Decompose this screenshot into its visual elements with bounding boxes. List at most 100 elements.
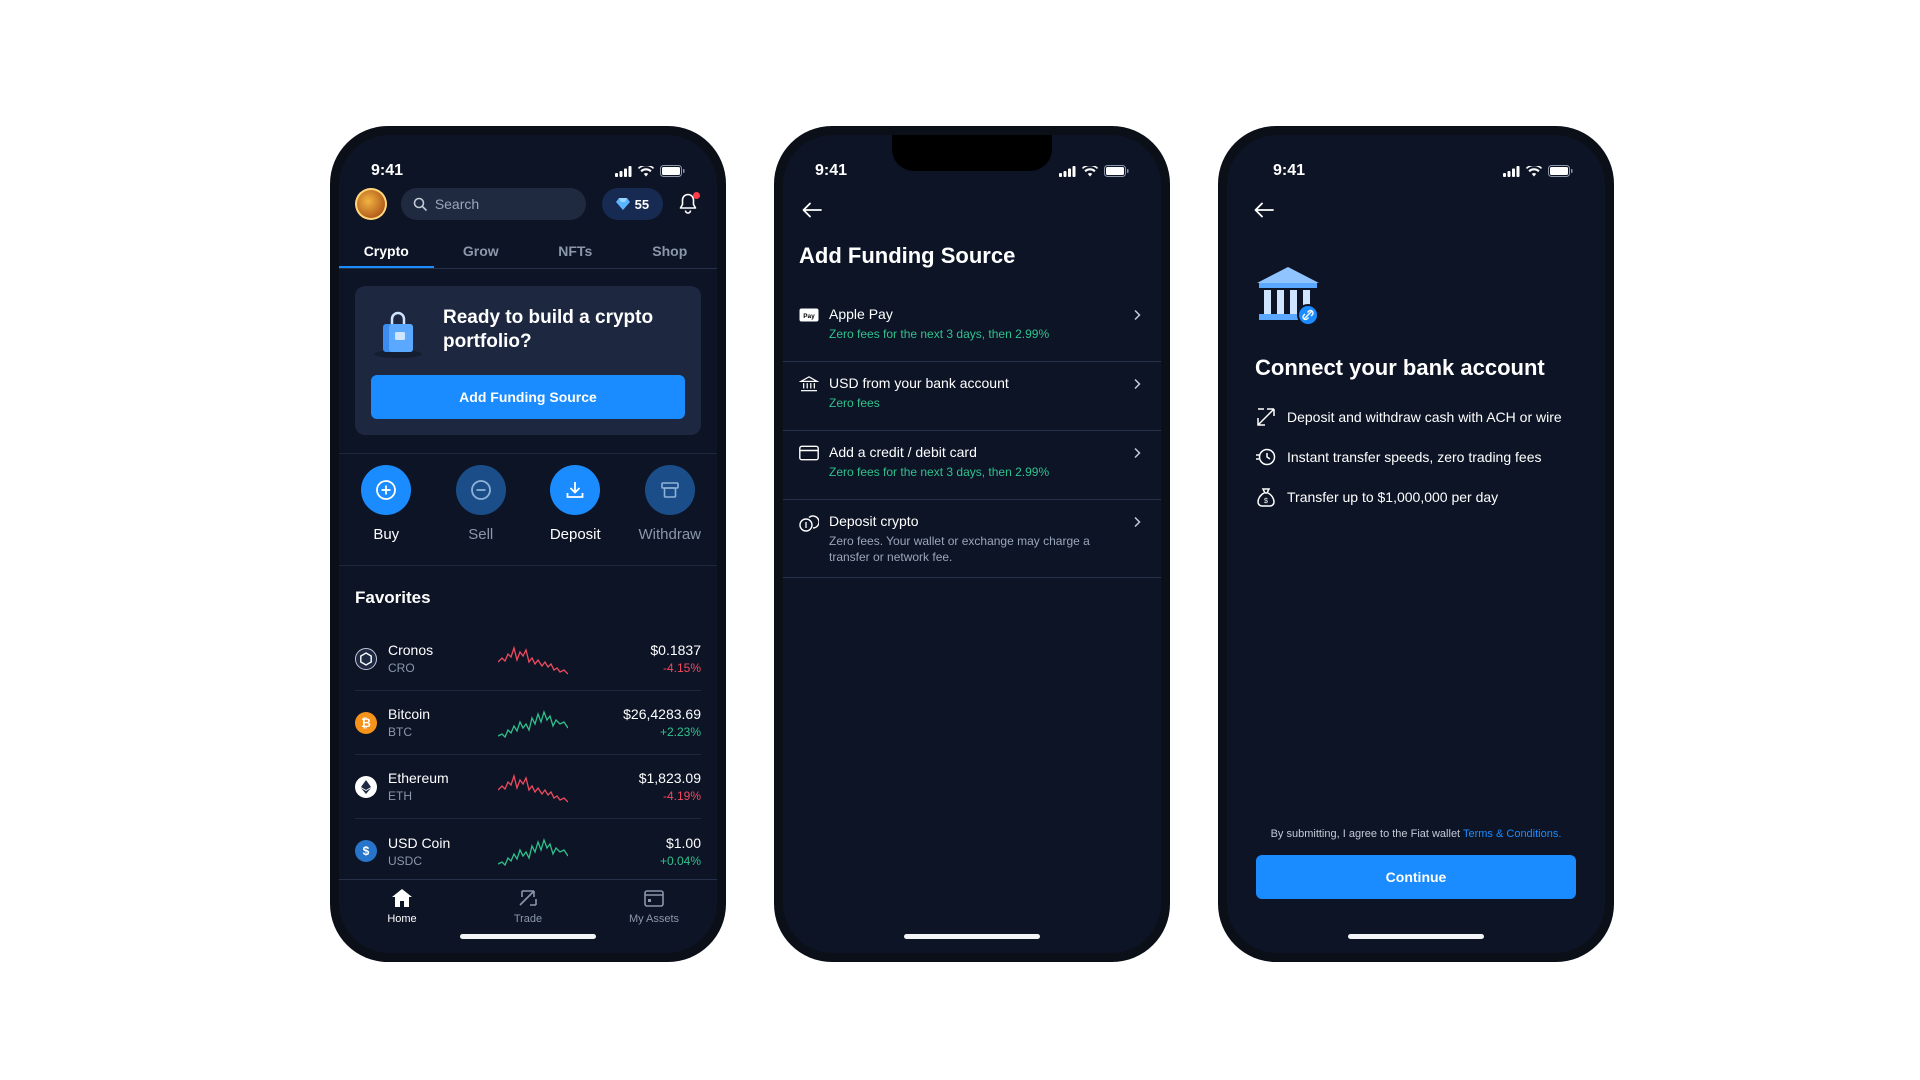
money-bag-icon: $ [1257, 488, 1275, 507]
tab-grow[interactable]: Grow [434, 235, 529, 268]
connect-bank-screen: 9:41 Connect your bank account Deposit a… [1227, 135, 1605, 953]
avatar[interactable] [355, 188, 387, 220]
feature-item: $ Transfer up to $1,000,000 per day [1255, 477, 1589, 517]
deposit-button[interactable] [550, 465, 601, 515]
bottom-nav: Home Trade My Assets [339, 879, 717, 931]
nav-my-assets[interactable]: My Assets [591, 880, 717, 931]
list-item[interactable]: ₿ Bitcoin BTC $26,4283.69 +2.23% [355, 691, 701, 755]
trade-arrows-icon [519, 890, 537, 906]
nav-home-label: Home [387, 913, 417, 925]
coin-symbol: BTC [388, 725, 412, 739]
cellular-signal-icon [615, 165, 632, 177]
favorites-title: Favorites [355, 588, 431, 607]
list-item[interactable]: $ USD Coin USDC $1.00 +0.04% [355, 819, 701, 883]
tab-shop[interactable]: Shop [623, 235, 718, 268]
coin-symbol: CRO [388, 661, 415, 675]
status-bar: 9:41 [1273, 161, 1573, 181]
coin-name: Bitcoin [388, 706, 431, 722]
coin-change: -4.15% [662, 661, 701, 675]
nav-trade[interactable]: Trade [465, 880, 591, 931]
section-divider [339, 453, 717, 454]
funding-option-card[interactable]: Add a credit / debit card Zero fees for … [783, 431, 1161, 500]
download-icon [566, 482, 584, 498]
withdraw-label: Withdraw [638, 526, 701, 543]
status-time: 9:41 [1273, 162, 1306, 179]
cellular-signal-icon [1503, 165, 1520, 177]
home-indicator[interactable] [460, 934, 596, 939]
back-arrow-icon[interactable] [1251, 197, 1277, 223]
sparkline-chart [498, 709, 568, 738]
coin-change: +2.23% [659, 725, 701, 739]
funding-options-list: Pay Apple Pay Zero fees for the next 3 d… [783, 293, 1161, 578]
home-indicator[interactable] [1348, 934, 1484, 939]
sparkline-chart [498, 645, 568, 674]
withdraw-action[interactable]: Withdraw [623, 465, 718, 543]
page-title: Add Funding Source [799, 243, 1016, 268]
fast-clock-icon [1256, 448, 1276, 466]
phone-home: 9:41 Search 55 Crypto Grow NFTs Shop Rea… [330, 126, 726, 962]
chevron-right-icon [1134, 378, 1141, 390]
search-placeholder: Search [434, 196, 480, 212]
nav-home[interactable]: Home [339, 880, 465, 931]
svg-text:$: $ [1264, 498, 1268, 505]
status-bar: 9:41 [815, 161, 1129, 181]
feature-text: Transfer up to $1,000,000 per day [1287, 489, 1499, 505]
add-funding-screen: 9:41 Add Funding Source Pay Apple Pay Ze… [783, 135, 1161, 953]
back-arrow-icon[interactable] [799, 197, 825, 223]
list-item[interactable]: Ethereum ETH $1,823.09 -4.19% [355, 755, 701, 819]
cellular-signal-icon [1059, 165, 1076, 177]
ethereum-icon [355, 775, 377, 798]
withdraw-icon [660, 482, 679, 498]
shopping-bag-icon [374, 311, 422, 358]
phone-connect-bank: 9:41 Connect your bank account Deposit a… [1218, 126, 1614, 962]
funding-option-label: Add a credit / debit card [829, 444, 977, 460]
deposit-action[interactable]: Deposit [528, 465, 623, 543]
sell-button[interactable] [455, 465, 506, 515]
sell-label: Sell [468, 526, 494, 543]
sparkline-chart [498, 837, 568, 867]
home-header: Search 55 [355, 187, 701, 221]
funding-option-bank[interactable]: USD from your bank account Zero fees [783, 362, 1161, 431]
battery-icon [660, 165, 685, 177]
tab-crypto[interactable]: Crypto [339, 235, 434, 268]
funding-option-label: Deposit crypto [829, 513, 919, 529]
coin-name: Cronos [388, 642, 434, 658]
feature-list: Deposit and withdraw cash with ACH or wi… [1255, 397, 1589, 517]
feature-text: Deposit and withdraw cash with ACH or wi… [1287, 409, 1562, 425]
home-tabs: Crypto Grow NFTs Shop [339, 235, 717, 269]
battery-icon [1548, 165, 1573, 177]
funding-option-apple-pay[interactable]: Pay Apple Pay Zero fees for the next 3 d… [783, 293, 1161, 362]
coin-price: $26,4283.69 [623, 706, 701, 722]
gems-badge[interactable]: 55 [601, 188, 664, 220]
deposit-label: Deposit [549, 526, 601, 543]
funding-option-sub: Zero fees. Your wallet or exchange may c… [829, 534, 1090, 564]
notifications-button[interactable] [677, 192, 701, 216]
phone-add-funding: 9:41 Add Funding Source Pay Apple Pay Ze… [774, 126, 1170, 962]
cronos-icon [355, 647, 377, 670]
search-input[interactable]: Search [400, 188, 586, 220]
page-title: Connect your bank account [1255, 355, 1545, 380]
funding-option-sub: Zero fees for the next 3 days, then 2.99… [829, 327, 1050, 341]
favorites-list: Cronos CRO $0.1837 -4.15% ₿ Bitcoin BTC … [355, 627, 701, 883]
feature-item: Instant transfer speeds, zero trading fe… [1255, 437, 1589, 477]
wifi-icon [1082, 165, 1098, 176]
terms-link[interactable]: Terms & Conditions. [1463, 828, 1561, 840]
withdraw-button[interactable] [644, 465, 695, 515]
sell-action[interactable]: Sell [434, 465, 529, 543]
coin-change: +0.04% [659, 853, 701, 868]
add-funding-source-button[interactable]: Add Funding Source [371, 375, 685, 419]
search-icon [413, 197, 427, 211]
funding-option-crypto[interactable]: Deposit crypto Zero fees. Your wallet or… [783, 500, 1161, 578]
continue-button[interactable]: Continue [1256, 855, 1576, 899]
status-time: 9:41 [371, 162, 404, 179]
feature-item: Deposit and withdraw cash with ACH or wi… [1255, 397, 1589, 437]
buy-button[interactable] [361, 465, 412, 515]
home-indicator[interactable] [904, 934, 1040, 939]
funding-option-sub: Zero fees for the next 3 days, then 2.99… [829, 465, 1050, 479]
tab-nfts[interactable]: NFTs [528, 235, 623, 268]
chevron-right-icon [1134, 447, 1141, 459]
list-item[interactable]: Cronos CRO $0.1837 -4.15% [355, 627, 701, 691]
buy-action[interactable]: Buy [339, 465, 434, 543]
minus-circle-icon [470, 480, 491, 500]
svg-text:Pay: Pay [803, 313, 815, 320]
